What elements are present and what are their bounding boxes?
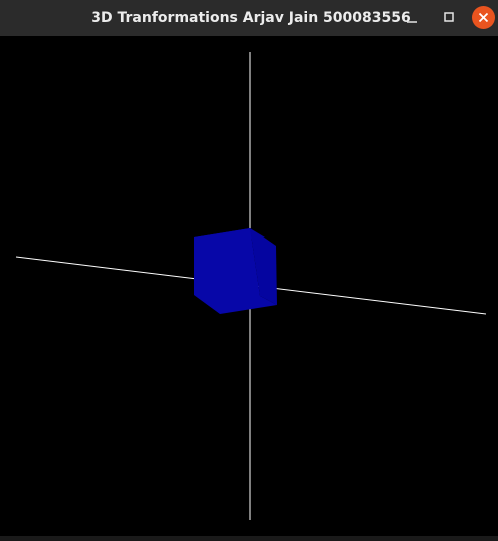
close-icon bbox=[478, 12, 489, 23]
minimize-icon bbox=[407, 21, 417, 23]
render-canvas[interactable] bbox=[0, 36, 498, 536]
maximize-icon bbox=[444, 12, 454, 22]
close-button[interactable] bbox=[472, 6, 495, 29]
scene-svg bbox=[15, 52, 487, 520]
cube bbox=[194, 228, 277, 314]
app-window: 3D Tranformations Arjav Jain 500083556 bbox=[0, 0, 498, 541]
title-bar[interactable]: 3D Tranformations Arjav Jain 500083556 bbox=[0, 0, 498, 36]
maximize-button[interactable] bbox=[438, 7, 460, 29]
window-bottom-border bbox=[0, 536, 498, 541]
window-title: 3D Tranformations Arjav Jain 500083556 bbox=[91, 10, 411, 26]
minimize-button[interactable] bbox=[401, 7, 423, 29]
